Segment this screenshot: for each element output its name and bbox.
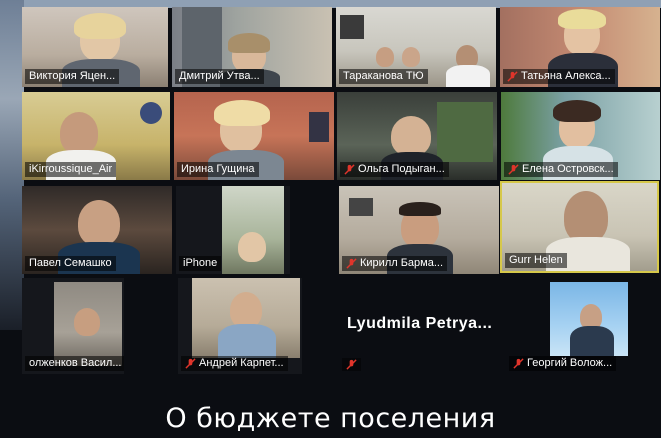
muted-mic-icon [507, 71, 518, 82]
participant-tile[interactable]: Татьяна Алекса... [500, 7, 660, 87]
participant-tile-active-speaker[interactable]: Gurr Helen [500, 181, 659, 273]
participant-name: iKirroussique_Air [25, 162, 117, 177]
participant-name: олженков Васил... [25, 356, 124, 371]
participant-mic-status [342, 358, 361, 371]
participant-tile[interactable]: Виктория Яцен... [22, 7, 168, 87]
participant-name: Ирина Гущина [177, 162, 259, 177]
participant-name: Gurr Helen [505, 253, 567, 268]
participant-name: Георгий Волож... [509, 356, 617, 371]
muted-mic-icon [346, 258, 357, 269]
participant-tile[interactable]: Кирилл Барма... [339, 186, 499, 274]
participant-tile[interactable]: Георгий Волож... [506, 278, 660, 374]
participant-name: Елена Островск... [504, 162, 618, 177]
participant-tile[interactable]: олженков Васил... [22, 278, 124, 374]
meeting-caption: О бюджете поселения [165, 403, 496, 434]
participant-name-large: Lyudmila Petrya... [347, 315, 493, 332]
participant-tile[interactable]: Павел Семашко [22, 186, 172, 274]
participant-name: Андрей Карпет... [181, 356, 288, 371]
participant-tile[interactable]: iKirroussique_Air [22, 92, 170, 180]
background-edge [0, 0, 24, 330]
muted-mic-icon [513, 358, 524, 369]
participant-tile-no-video[interactable]: Lyudmila Petrya... [339, 278, 501, 374]
participant-tile[interactable]: Андрей Карпет... [178, 278, 302, 374]
participant-name: Кирилл Барма... [342, 256, 448, 271]
muted-mic-icon [346, 359, 357, 370]
participant-tile[interactable]: Елена Островск... [501, 92, 660, 180]
participant-name: Татьяна Алекса... [503, 69, 615, 84]
participant-name: Тараканова ТЮ [339, 69, 428, 84]
participant-name: Павел Семашко [25, 256, 116, 271]
participant-tile[interactable]: iPhone [176, 186, 290, 274]
participant-name: iPhone [179, 256, 222, 271]
muted-mic-icon [185, 358, 196, 369]
muted-mic-icon [344, 164, 355, 175]
participant-tile[interactable]: Тараканова ТЮ [336, 7, 496, 87]
participant-name: Дмитрий Утва... [175, 69, 264, 84]
participant-name: Ольга Подыган... [340, 162, 449, 177]
muted-mic-icon [508, 164, 519, 175]
participant-name: Виктория Яцен... [25, 69, 120, 84]
participant-tile[interactable]: Ирина Гущина [174, 92, 334, 180]
participant-tile[interactable]: Дмитрий Утва... [172, 7, 332, 87]
participant-tile[interactable]: Ольга Подыган... [337, 92, 497, 180]
